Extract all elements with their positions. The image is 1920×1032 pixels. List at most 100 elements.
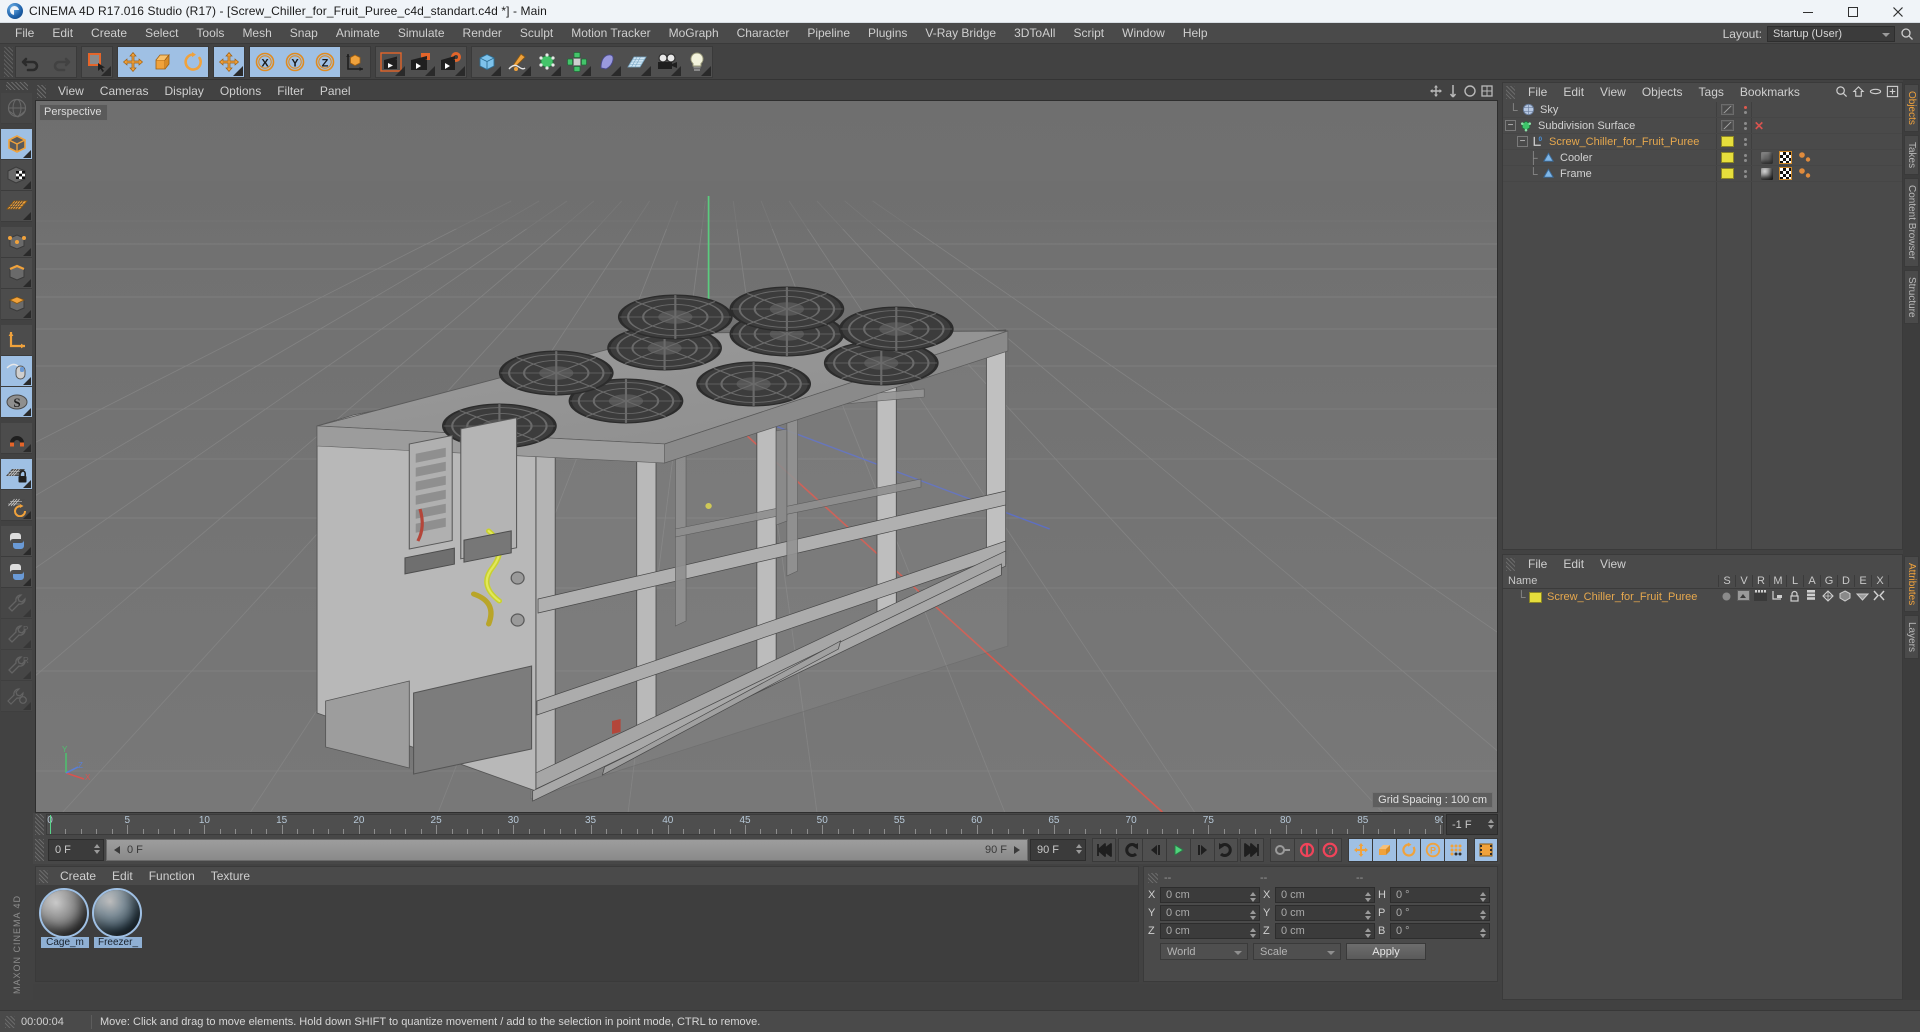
render-settings-button[interactable] bbox=[436, 46, 466, 77]
make-editable-button[interactable] bbox=[1, 93, 32, 124]
viewport-grip[interactable] bbox=[37, 84, 46, 98]
stepper-icon[interactable] bbox=[1480, 892, 1486, 902]
rotation-b-input[interactable]: 0 ° bbox=[1390, 923, 1490, 939]
object-menu-objects[interactable]: Objects bbox=[1634, 83, 1691, 102]
menu-item-help[interactable]: Help bbox=[1174, 23, 1217, 44]
position-x-input[interactable]: 0 cm bbox=[1160, 887, 1260, 903]
expander-icon[interactable]: − bbox=[1505, 120, 1516, 131]
menu-item-character[interactable]: Character bbox=[728, 23, 799, 44]
scale-tool-button[interactable] bbox=[148, 46, 178, 77]
record-rotation-button[interactable] bbox=[1396, 838, 1420, 862]
position-z-input[interactable]: 0 cm bbox=[1160, 923, 1260, 939]
points-mode-button[interactable] bbox=[1, 227, 32, 258]
add-scene-object-button[interactable] bbox=[622, 46, 652, 77]
live-selection-button[interactable] bbox=[82, 46, 112, 77]
viewport-solo-button[interactable] bbox=[1, 356, 32, 387]
material-menu-function[interactable]: Function bbox=[141, 867, 203, 885]
attribute-menu-view[interactable]: View bbox=[1592, 555, 1634, 574]
maximize-view-icon[interactable] bbox=[1480, 84, 1494, 98]
go-to-end-button[interactable] bbox=[1240, 838, 1264, 862]
material-menu-edit[interactable]: Edit bbox=[104, 867, 141, 885]
render-toggle[interactable] bbox=[1753, 590, 1767, 604]
next-keyframe-button[interactable] bbox=[1214, 838, 1238, 862]
expression-toggle[interactable] bbox=[1855, 590, 1869, 604]
size-z-input[interactable]: 0 cm bbox=[1275, 923, 1375, 939]
ellipse-icon[interactable] bbox=[1869, 85, 1882, 98]
move-tool-button[interactable] bbox=[118, 46, 148, 77]
material-manager-grip[interactable] bbox=[39, 869, 48, 883]
timeline-strip-button[interactable] bbox=[1474, 838, 1498, 862]
material-tag-icon[interactable] bbox=[1760, 150, 1774, 165]
stepper-icon[interactable] bbox=[1250, 892, 1256, 902]
visibility-dots-icon[interactable] bbox=[1741, 121, 1750, 130]
workplane-mode-button[interactable] bbox=[1, 191, 32, 222]
apply-button[interactable]: Apply bbox=[1346, 943, 1426, 960]
layer-color-swatch[interactable] bbox=[1720, 136, 1734, 147]
uvw-tag-icon[interactable] bbox=[1779, 151, 1792, 164]
size-mode-select[interactable]: Scale bbox=[1253, 943, 1341, 960]
add-camera-button[interactable] bbox=[652, 46, 682, 77]
object-row-frame[interactable]: └ Frame bbox=[1503, 166, 1902, 182]
redo-button[interactable] bbox=[46, 46, 76, 77]
status-bar-grip[interactable] bbox=[5, 1015, 15, 1028]
viewport-menu-view[interactable]: View bbox=[50, 82, 92, 100]
column-x[interactable]: X bbox=[1872, 575, 1889, 587]
home-icon[interactable] bbox=[1852, 85, 1865, 98]
menu-item-mograph[interactable]: MoGraph bbox=[660, 23, 728, 44]
side-tab-takes[interactable]: Takes bbox=[1904, 134, 1919, 176]
column-g[interactable]: G bbox=[1821, 575, 1838, 587]
menu-item-script[interactable]: Script bbox=[1064, 23, 1113, 44]
menu-item-plugins[interactable]: Plugins bbox=[859, 23, 916, 44]
next-frame-button[interactable] bbox=[1190, 838, 1214, 862]
visibility-dots-icon[interactable] bbox=[1741, 153, 1750, 162]
rotation-p-input[interactable]: 0 ° bbox=[1390, 905, 1490, 921]
range-end-field[interactable]: 90 F bbox=[1030, 839, 1086, 861]
menu-item-mesh[interactable]: Mesh bbox=[233, 23, 280, 44]
uvw-tag-icon[interactable] bbox=[1779, 167, 1792, 180]
animation-toggle[interactable] bbox=[1804, 589, 1818, 605]
menu-item-window[interactable]: Window bbox=[1113, 23, 1174, 44]
layout-select[interactable]: Startup (User) bbox=[1767, 25, 1895, 42]
manager-toggle[interactable] bbox=[1770, 590, 1784, 604]
object-menu-file[interactable]: File bbox=[1520, 83, 1555, 102]
python-generator-button[interactable] bbox=[1, 557, 32, 588]
side-tab-structure[interactable]: Structure bbox=[1904, 269, 1919, 325]
solo-toggle[interactable] bbox=[1719, 590, 1733, 604]
lock-y-button[interactable]: Y bbox=[280, 46, 310, 77]
layer-color-swatch[interactable] bbox=[1720, 152, 1734, 163]
model-mode-button[interactable] bbox=[1, 129, 32, 160]
material-menu-create[interactable]: Create bbox=[52, 867, 104, 885]
wrench-gear-button[interactable] bbox=[1, 681, 32, 712]
menu-item-3dtoall[interactable]: 3DToAll bbox=[1005, 23, 1064, 44]
lock-z-button[interactable]: Z bbox=[310, 46, 340, 77]
menu-item-sculpt[interactable]: Sculpt bbox=[511, 23, 562, 44]
viewport-menu-panel[interactable]: Panel bbox=[312, 82, 359, 100]
timeline-playhead[interactable] bbox=[50, 815, 51, 834]
polygons-mode-button[interactable] bbox=[1, 289, 32, 320]
object-menu-tags[interactable]: Tags bbox=[1691, 83, 1732, 102]
enable-snap-s-button[interactable]: S bbox=[1, 387, 32, 418]
stepper-icon[interactable] bbox=[1250, 910, 1256, 920]
object-row-subdivision-surface[interactable]: − Subdivision Surface ✕ bbox=[1503, 118, 1902, 134]
column-r[interactable]: R bbox=[1753, 575, 1770, 587]
material-chip-cage[interactable]: Cage_m bbox=[39, 888, 89, 976]
material-swatch-area[interactable]: Cage_m Freezer_ bbox=[36, 885, 1138, 981]
toolbar-grip[interactable] bbox=[4, 46, 13, 77]
scrub-left-arrow-icon[interactable] bbox=[111, 845, 123, 855]
material-menu-texture[interactable]: Texture bbox=[203, 867, 258, 885]
previous-frame-button[interactable] bbox=[1142, 838, 1166, 862]
attribute-menu-edit[interactable]: Edit bbox=[1555, 555, 1592, 574]
current-frame-field[interactable]: 0 F bbox=[48, 839, 104, 861]
wrench-r-button[interactable]: R bbox=[1, 650, 32, 681]
phong-tag-icon[interactable] bbox=[1797, 150, 1813, 166]
material-chip-freezer[interactable]: Freezer_ bbox=[92, 888, 142, 976]
add-generator-button[interactable] bbox=[532, 46, 562, 77]
generator-toggle[interactable] bbox=[1821, 589, 1835, 605]
viewport-menu-filter[interactable]: Filter bbox=[269, 82, 312, 100]
stepper-icon[interactable] bbox=[1076, 844, 1082, 854]
coordinate-system-select[interactable]: World bbox=[1160, 943, 1248, 960]
move-duplicate-button[interactable] bbox=[214, 46, 244, 77]
column-m[interactable]: M bbox=[1770, 575, 1787, 587]
object-row-cooler[interactable]: ├ Cooler bbox=[1503, 150, 1902, 166]
object-row-screw-chiller[interactable]: − 0 Screw_Chiller_for_Fruit_Puree bbox=[1503, 134, 1902, 150]
